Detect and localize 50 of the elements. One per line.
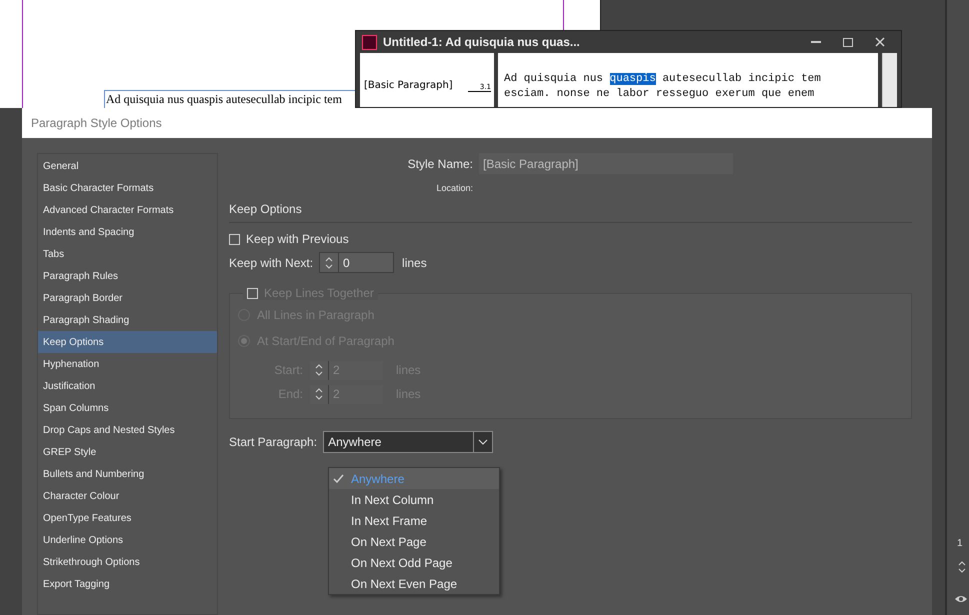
menu-item[interactable]: In Next Column	[329, 489, 499, 510]
category-item[interactable]: Paragraph Rules	[38, 265, 217, 287]
category-item[interactable]: Drop Caps and Nested Styles	[38, 419, 217, 441]
scrollbar[interactable]	[882, 53, 897, 107]
section-title: Keep Options	[229, 202, 302, 216]
style-name-label: [Basic Paragraph]	[364, 80, 453, 91]
field-label: Start Paragraph:	[229, 435, 318, 449]
selected-text: quaspis	[610, 73, 656, 85]
check-icon	[333, 474, 345, 483]
checkbox[interactable]	[229, 234, 240, 244]
checkbox-label: Keep with Previous	[246, 232, 349, 246]
category-item[interactable]: Keep Options	[38, 331, 217, 353]
maximize-icon[interactable]	[843, 38, 853, 46]
category-item[interactable]: Strikethrough Options	[38, 551, 217, 573]
category-item[interactable]: Span Columns	[38, 397, 217, 419]
story-text: Ad quisquia nus	[504, 73, 604, 85]
menu-item[interactable]: On Next Odd Page	[329, 552, 499, 573]
menu-item[interactable]: In Next Frame	[329, 510, 499, 531]
location-label: Location:	[435, 183, 473, 193]
category-item[interactable]: Advanced Character Formats	[38, 199, 217, 221]
style-name-label: Style Name:	[406, 156, 473, 170]
category-item[interactable]: Underline Options	[38, 529, 217, 551]
window-title: Untitled-1: Ad quisquia nus quas...	[383, 35, 580, 49]
category-item[interactable]: Character Colour	[38, 485, 217, 507]
category-item[interactable]: Paragraph Border	[38, 287, 217, 309]
story-text-line: esciam. nonse ne labor resseguo exerum que enem	[504, 88, 816, 100]
category-item[interactable]: OpenType Features	[38, 507, 217, 529]
category-item[interactable]: Tabs	[38, 243, 217, 265]
category-item[interactable]: General	[38, 155, 217, 177]
dialog-title: Paragraph Style Options	[22, 108, 932, 138]
field-label: Keep with Next:	[229, 256, 314, 270]
app-logo-icon	[362, 34, 377, 50]
close-icon[interactable]	[875, 37, 885, 47]
category-item[interactable]: Justification	[38, 375, 217, 397]
category-item[interactable]: Hyphenation	[38, 353, 217, 375]
category-item[interactable]: GREP Style	[38, 441, 217, 463]
category-item[interactable]: Bullets and Numbering	[38, 463, 217, 485]
category-item[interactable]: Paragraph Shading	[38, 309, 217, 331]
style-name-field[interactable]: [Basic Paragraph]	[479, 153, 733, 174]
start-paragraph-dropdown[interactable]: Anywhere	[323, 431, 494, 453]
story-text: autesecullab incipic tem	[661, 73, 821, 85]
category-item[interactable]: Export Tagging	[38, 573, 217, 595]
menu-item[interactable]: On Next Even Page	[329, 573, 499, 594]
unit-label: lines	[402, 256, 427, 270]
text-frame-text: Ad quisquia nus quaspis autesecullab incipic tem	[106, 92, 342, 106]
keep-with-next-field[interactable]: 0	[319, 252, 394, 273]
menu-item[interactable]: On Next Page	[329, 531, 499, 552]
category-item[interactable]: Indents and Spacing	[38, 221, 217, 243]
category-item[interactable]: Basic Character Formats	[38, 177, 217, 199]
page-count-label: 1	[957, 538, 963, 549]
